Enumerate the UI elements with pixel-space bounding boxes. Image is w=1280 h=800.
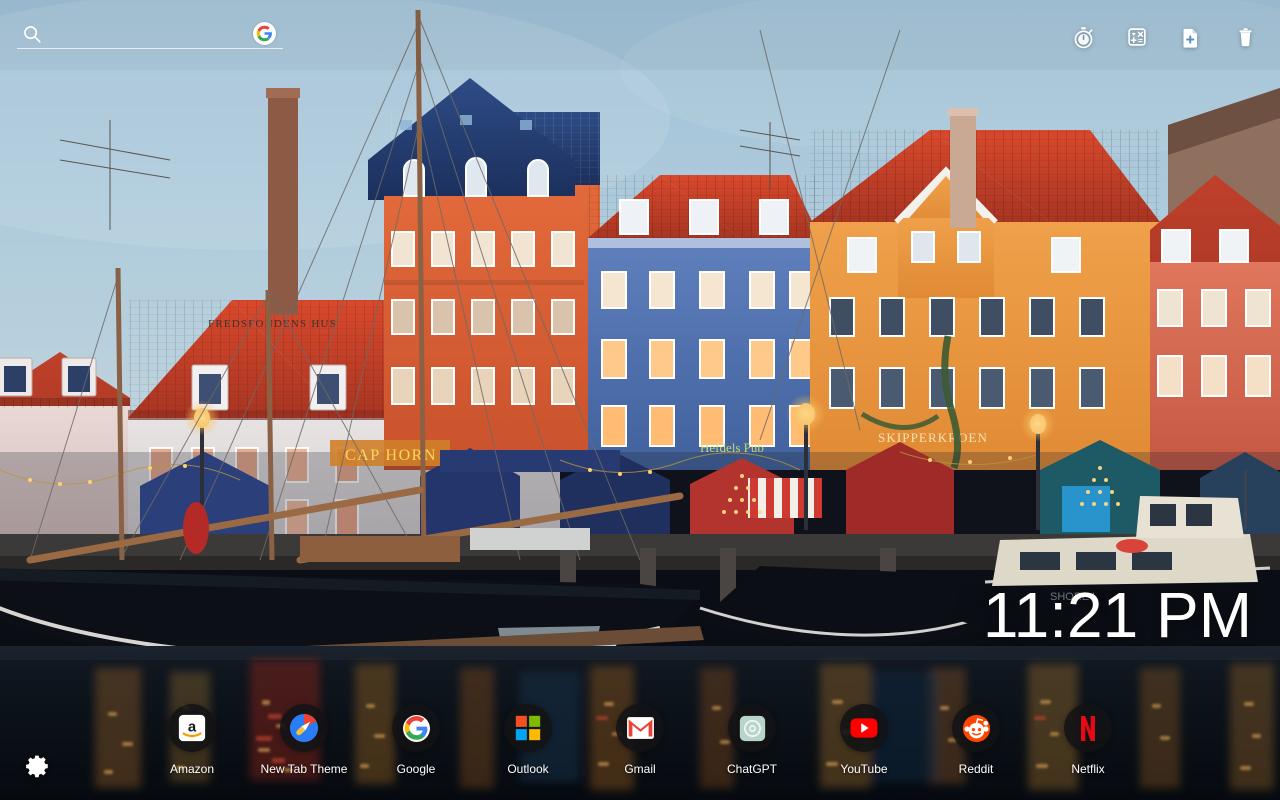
shortcut-label: Google (396, 762, 436, 776)
shortcut-label: New Tab Theme (260, 762, 348, 776)
netflix-icon (1064, 704, 1112, 752)
shortcut-new-tab-theme[interactable]: New Tab Theme (261, 704, 347, 776)
google-icon (392, 704, 440, 752)
settings-gear-button[interactable] (25, 753, 51, 779)
shortcut-chatgpt[interactable]: ChatGPT (727, 704, 778, 776)
outlook-icon (504, 704, 552, 752)
shortcut-label: YouTube (840, 762, 888, 776)
search-underline (17, 48, 283, 49)
shortcut-outlook[interactable]: Outlook (504, 704, 552, 776)
shortcut-youtube[interactable]: YouTube (840, 704, 888, 776)
reddit-icon (952, 704, 1000, 752)
chatgpt-icon (728, 704, 776, 752)
shortcut-reddit[interactable]: Reddit (952, 704, 1000, 776)
gmail-icon (616, 704, 664, 752)
shortcut-dock: a Amazon New Tab Theme Google Outlook Gm… (0, 704, 1280, 776)
shortcut-label: ChatGPT (727, 762, 778, 776)
shortcut-amazon[interactable]: a Amazon (168, 704, 216, 776)
new-tab-page: FREDSFONDENS HUS Hefdels Pub SKIPPERKROE… (0, 0, 1280, 800)
new-tab-theme-icon (280, 704, 328, 752)
shortcut-label: Netflix (1071, 762, 1105, 776)
search-bar[interactable] (17, 20, 283, 50)
stopwatch-icon[interactable] (1070, 23, 1096, 51)
clock-time: 11:21 PM (982, 579, 1252, 651)
sign-skipperkroen: SKIPPERKROEN (878, 430, 988, 445)
amazon-icon: a (168, 704, 216, 752)
google-g-icon[interactable] (253, 22, 276, 45)
shortcut-label: Amazon (169, 762, 215, 776)
add-note-icon[interactable] (1178, 23, 1204, 51)
svg-text:a: a (188, 720, 197, 736)
search-icon (21, 23, 43, 45)
calculator-icon[interactable] (1124, 23, 1150, 51)
search-input[interactable] (51, 20, 255, 48)
shortcut-netflix[interactable]: Netflix (1064, 704, 1112, 776)
youtube-icon (840, 704, 888, 752)
shortcut-google[interactable]: Google (392, 704, 440, 776)
sign-fredsfondens: FREDSFONDENS HUS (208, 318, 337, 330)
shortcut-label: Outlook (507, 762, 549, 776)
trash-icon[interactable] (1232, 23, 1258, 51)
wallpaper-image: FREDSFONDENS HUS Hefdels Pub SKIPPERKROE… (0, 0, 1280, 800)
shortcut-label: Gmail (624, 762, 656, 776)
widget-toolbar (1070, 22, 1258, 52)
shortcut-label: Reddit (958, 762, 994, 776)
shortcut-gmail[interactable]: Gmail (616, 704, 664, 776)
